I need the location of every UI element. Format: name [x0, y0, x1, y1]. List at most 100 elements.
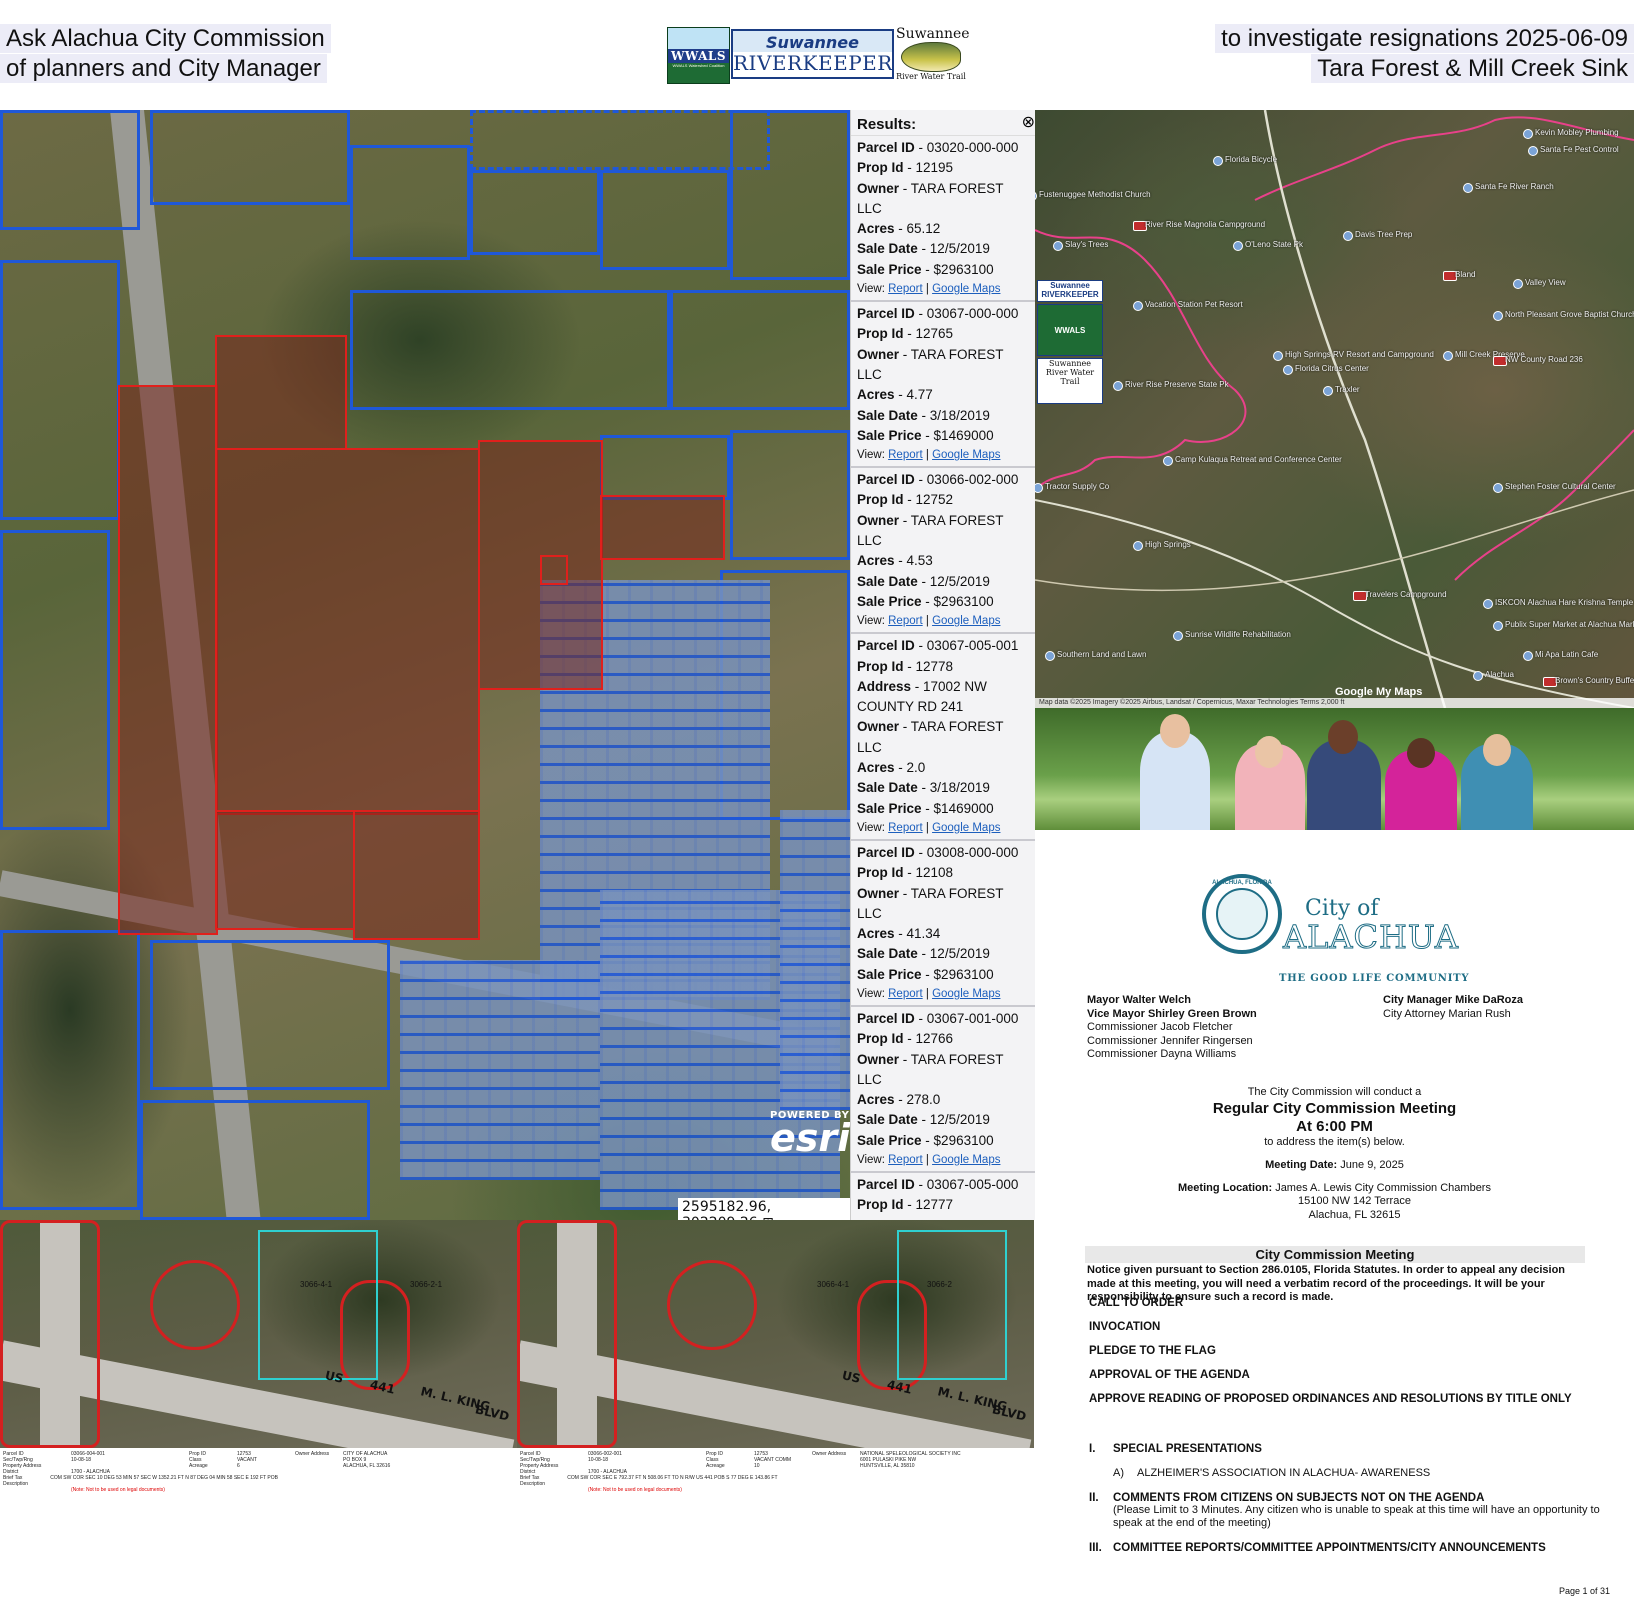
map-place-label[interactable]: Stephen Foster Cultural Center: [1505, 482, 1616, 491]
map-place-label[interactable]: Florida Citrus Center: [1295, 364, 1369, 373]
field-separator: -: [894, 221, 907, 237]
map-place-label[interactable]: Florida Bicycle: [1225, 155, 1277, 164]
map-place-label[interactable]: Davis Tree Prep: [1355, 230, 1412, 239]
tara-forest-parcel[interactable]: [540, 555, 568, 585]
field-label: Prop Id: [857, 326, 904, 342]
map-place-label[interactable]: Publix Super Market at Alachua Market Pl…: [1505, 620, 1634, 629]
map-place-label[interactable]: Travelers Campground: [1365, 590, 1447, 599]
bass-fish-icon: [901, 42, 961, 72]
map-place-label[interactable]: ISKCON Alachua Hare Krishna Temple: [1495, 598, 1633, 607]
map-pin-icon[interactable]: [1473, 671, 1483, 681]
map-pin-icon[interactable]: [1273, 351, 1283, 361]
tara-forest-parcel[interactable]: [353, 810, 480, 940]
map-pin-icon[interactable]: [1523, 651, 1533, 661]
google-my-maps-logo: Google My Maps: [1335, 686, 1423, 698]
report-link[interactable]: Report: [888, 988, 923, 1000]
field-value: 3/18/2019: [929, 407, 990, 423]
map-pin-icon[interactable]: [1323, 386, 1333, 396]
meeting-location-line2: 15100 NW 142 Terrace: [1298, 1195, 1411, 1207]
map-pin-icon[interactable]: [1493, 621, 1503, 631]
map-pin-icon[interactable]: [1513, 279, 1523, 289]
highway-line: [1263, 110, 1447, 708]
map-pin-icon[interactable]: [1463, 183, 1473, 193]
map-pin-icon[interactable]: [1443, 351, 1453, 361]
record-field-prop: Prop Id - 12765: [857, 324, 1029, 344]
parcel-map-thumbnail[interactable]: 3066-4-1 3066-2-1 US 441 M. L. KING BLVD: [0, 1220, 517, 1448]
parcel-info-cell: [824, 1475, 850, 1487]
field-separator: -: [921, 1132, 934, 1148]
map-pin-icon[interactable]: [1523, 129, 1533, 139]
map-pin-icon[interactable]: [1493, 311, 1503, 321]
link-separator: |: [925, 283, 929, 296]
close-icon[interactable]: ⊗: [1022, 112, 1035, 132]
map-pin-icon[interactable]: [1283, 365, 1293, 375]
map-pin-icon[interactable]: [1163, 456, 1173, 466]
map-place-label[interactable]: Valley View: [1525, 278, 1566, 287]
field-value: $1469000: [933, 800, 994, 816]
map-pin-icon[interactable]: [1173, 631, 1183, 641]
report-link[interactable]: Report: [888, 283, 923, 295]
report-link[interactable]: Report: [888, 449, 923, 461]
field-label: Prop Id: [857, 1197, 904, 1213]
field-label: Prop Id: [857, 865, 904, 881]
google-maps-link[interactable]: Google Maps: [932, 1154, 1000, 1166]
map-place-label[interactable]: Kevin Mobley Plumbing: [1535, 128, 1619, 137]
map-pin-icon[interactable]: [1493, 483, 1503, 493]
google-maps-link[interactable]: Google Maps: [932, 283, 1000, 295]
map-place-label[interactable]: Traxler: [1335, 385, 1360, 394]
report-link[interactable]: Report: [888, 1154, 923, 1166]
map-place-label[interactable]: Santa Fe River Ranch: [1475, 182, 1554, 191]
field-separator: -: [914, 1010, 927, 1026]
parcel-label: 3066-2: [927, 1280, 952, 1289]
report-link[interactable]: Report: [888, 822, 923, 834]
map-pin-icon[interactable]: [1233, 241, 1243, 251]
report-link[interactable]: Report: [888, 615, 923, 627]
google-maps-link[interactable]: Google Maps: [932, 615, 1000, 627]
map-place-label[interactable]: North Pleasant Grove Baptist Church: [1505, 310, 1634, 319]
map-place-label[interactable]: Santa Fe Pest Control: [1540, 145, 1619, 154]
tara-forest-parcel[interactable]: [215, 448, 480, 815]
google-my-map[interactable]: Suwannee RIVERKEEPER WWALS Suwannee Rive…: [1035, 110, 1634, 708]
map-pin-icon[interactable]: [1483, 599, 1493, 609]
map-place-label[interactable]: NW County Road 236: [1505, 355, 1583, 364]
google-maps-link[interactable]: Google Maps: [932, 822, 1000, 834]
map-place-label[interactable]: Slay's Trees: [1065, 240, 1108, 249]
header-left-line1: Ask Alachua City Commission: [0, 24, 331, 53]
map-place-label[interactable]: High Springs: [1145, 540, 1191, 549]
map-place-label[interactable]: Tractor Supply Co: [1045, 482, 1109, 491]
map-pin-icon[interactable]: [1213, 156, 1223, 166]
map-place-label[interactable]: Southern Land and Lawn: [1057, 650, 1146, 659]
commissioner-head: [1328, 720, 1358, 754]
parcel-map-thumbnail[interactable]: 3066-4-1 3066-2 US 441 M. L. KING BLVD: [517, 1220, 1034, 1448]
map-pin-icon[interactable]: [1343, 231, 1353, 241]
tara-forest-parcel[interactable]: [215, 335, 347, 450]
tara-forest-parcel[interactable]: [215, 810, 355, 930]
map-place-label[interactable]: Fustenuggee Methodist Church: [1039, 190, 1151, 199]
map-place-label[interactable]: Alachua: [1485, 670, 1514, 679]
record-field-address: Address - 17002 NW COUNTY RD 241: [857, 677, 1029, 718]
map-place-label[interactable]: Bland: [1455, 270, 1475, 279]
map-pin-icon[interactable]: [1113, 381, 1123, 391]
map-place-label[interactable]: O'Leno State Pk: [1245, 240, 1303, 249]
tara-forest-parcel[interactable]: [600, 495, 725, 560]
aerial-parcel-map[interactable]: POWERED BY esri 2595182.96, 302209.26 ⊞: [0, 110, 850, 1220]
map-pin-icon[interactable]: [1053, 241, 1063, 251]
map-place-label[interactable]: High Springs RV Resort and Campground: [1285, 350, 1434, 359]
parcel-info-cell: Brief Tax Description: [3, 1475, 29, 1487]
field-label: Prop Id: [857, 1031, 904, 1047]
map-place-label[interactable]: Camp Kulaqua Retreat and Conference Cent…: [1175, 455, 1342, 464]
map-pin-icon[interactable]: [1133, 541, 1143, 551]
tara-forest-parcel[interactable]: [118, 385, 218, 935]
view-label: View:: [857, 987, 885, 1000]
google-maps-link[interactable]: Google Maps: [932, 988, 1000, 1000]
map-place-label[interactable]: River Rise Preserve State Pk: [1125, 380, 1229, 389]
map-place-label[interactable]: Brown's Country Buffet: [1555, 676, 1634, 685]
map-pin-icon[interactable]: [1133, 301, 1143, 311]
map-pin-icon[interactable]: [1045, 651, 1055, 661]
map-place-label[interactable]: Sunrise Wildlife Rehabilitation: [1185, 630, 1291, 639]
map-place-label[interactable]: Vacation Station Pet Resort: [1145, 300, 1243, 309]
google-maps-link[interactable]: Google Maps: [932, 449, 1000, 461]
map-place-label[interactable]: Mi Apa Latin Cafe: [1535, 650, 1598, 659]
map-place-label[interactable]: River Rise Magnolia Campground: [1145, 220, 1265, 229]
map-pin-icon[interactable]: [1528, 146, 1538, 156]
